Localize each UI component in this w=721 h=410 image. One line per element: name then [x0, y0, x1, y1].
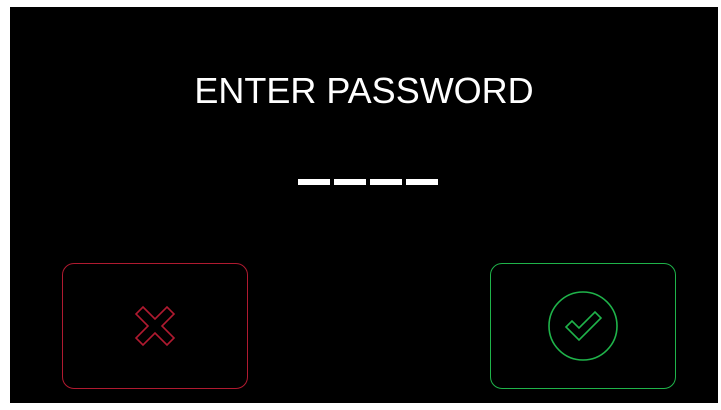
check-circle-icon	[548, 291, 618, 361]
cancel-button[interactable]	[62, 263, 248, 389]
pin-slot	[298, 179, 330, 185]
close-icon	[134, 305, 176, 347]
confirm-button[interactable]	[490, 263, 676, 389]
pin-slot	[370, 179, 402, 185]
password-screen: ENTER PASSWORD	[10, 7, 718, 403]
pin-slot	[334, 179, 366, 185]
pin-entry-display	[298, 179, 438, 187]
page-title: ENTER PASSWORD	[194, 70, 534, 111]
pin-slot	[406, 179, 438, 185]
